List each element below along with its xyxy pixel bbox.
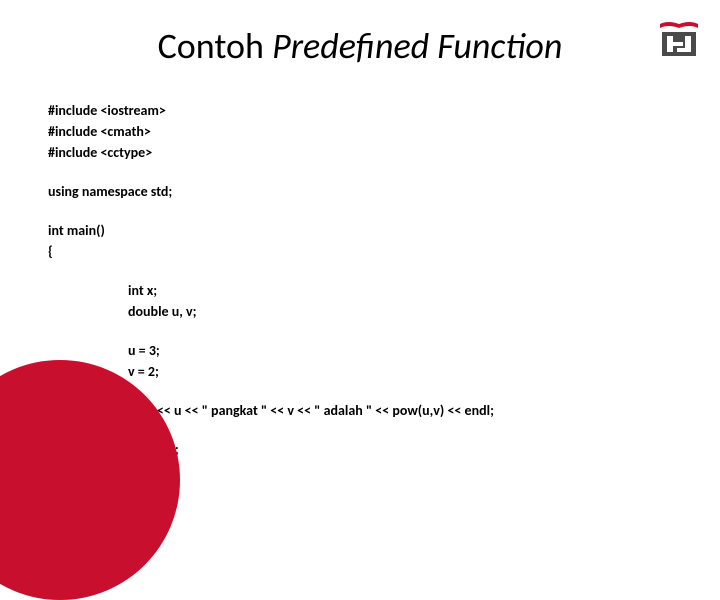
code-line: #include <cmath> [48, 121, 494, 142]
code-line: using namespace std; [48, 181, 494, 202]
code-line: cout << u << " pangkat " << v << " adala… [128, 400, 494, 421]
code-line: u = 3; [128, 340, 494, 361]
code-line: double u, v; [128, 301, 494, 322]
title-part-2: Predefined Function [272, 24, 562, 68]
title-part-1: Contoh [158, 24, 273, 68]
code-line: int main() [48, 220, 494, 241]
brand-logo [656, 18, 702, 63]
code-line: #include <iostream> [48, 100, 494, 121]
slide-title: Contoh Predefined Function [0, 24, 720, 68]
code-line: v = 2; [128, 361, 494, 382]
code-line: return 0; [128, 439, 494, 460]
code-line: int x; [128, 280, 494, 301]
code-line: { [48, 241, 494, 262]
code-line: #include <cctype> [48, 142, 494, 163]
